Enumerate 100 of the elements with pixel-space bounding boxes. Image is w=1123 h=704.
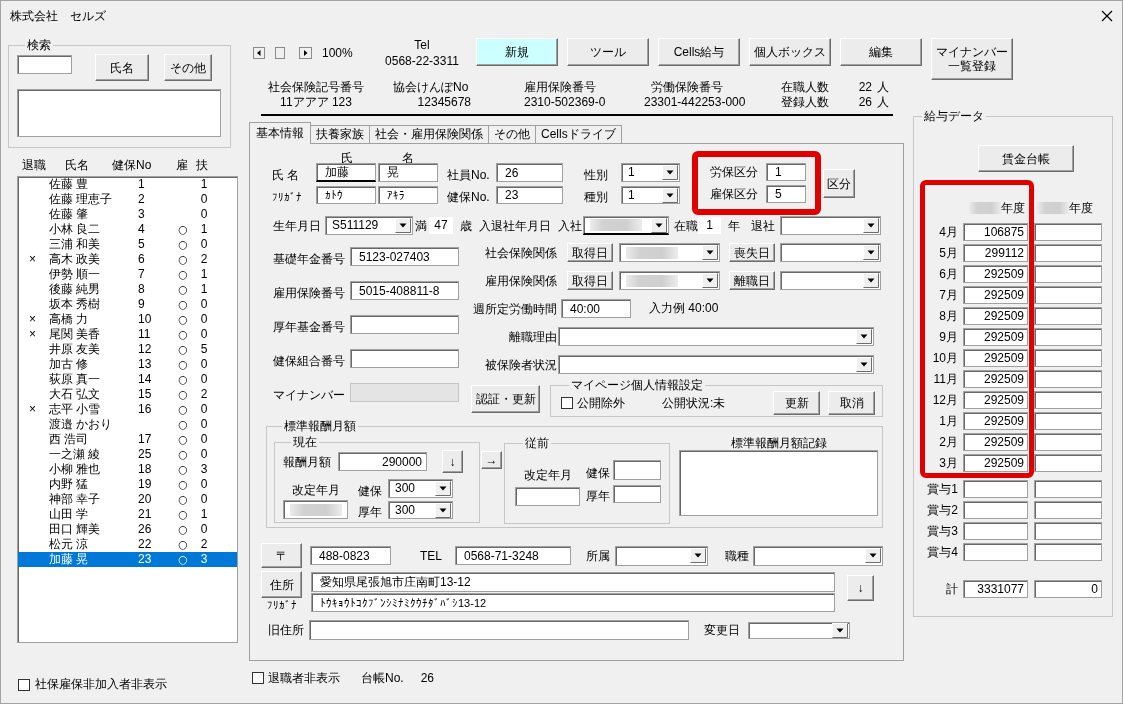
text-field[interactable] <box>1034 265 1102 283</box>
text-field[interactable]: 292509 <box>963 328 1028 346</box>
text-field[interactable] <box>1034 286 1102 304</box>
form-button[interactable]: 取消 <box>828 391 875 415</box>
text-field[interactable] <box>283 500 348 519</box>
text-field[interactable]: 488-0823 <box>310 546 391 565</box>
text-field[interactable] <box>1034 223 1102 241</box>
text-field[interactable]: 292509 <box>963 307 1028 325</box>
text-field[interactable]: 292509 <box>963 412 1028 430</box>
list-row[interactable]: 小柳 雅也 18 ○ 3 <box>18 462 237 477</box>
caret-right-icon[interactable] <box>299 47 312 59</box>
toolbar-button[interactable]: Cells給与 <box>658 38 740 66</box>
text-field[interactable] <box>963 480 1028 498</box>
text-field[interactable]: 23 <box>496 186 563 204</box>
text-field[interactable]: 292509 <box>963 454 1028 472</box>
list-row[interactable]: 一之瀬 綾 25 ○ 0 <box>18 447 237 462</box>
date-button[interactable]: 離職日 <box>729 271 775 290</box>
postal-code-button[interactable]: 〒 <box>261 543 302 568</box>
list-row[interactable]: 後藤 純男 8 ○ 1 <box>18 282 237 297</box>
text-field[interactable] <box>1034 522 1102 540</box>
list-row[interactable]: × 高木 政美 6 ○ 2 <box>18 252 237 267</box>
arrow-button[interactable]: ↓ <box>847 575 874 601</box>
text-field[interactable] <box>613 460 661 480</box>
search-field[interactable] <box>17 55 72 74</box>
text-field[interactable] <box>963 501 1028 519</box>
tab[interactable]: 社会・雇用保険関係 <box>369 125 489 143</box>
list-row[interactable]: × 志平 小雪 16 ○ 0 <box>18 402 237 417</box>
text-field[interactable]: 1 <box>766 163 806 181</box>
list-row[interactable]: 大石 弘文 15 ○ 2 <box>18 387 237 402</box>
text-field[interactable] <box>1034 370 1102 388</box>
dropdown[interactable]: 1 <box>621 186 680 204</box>
list-row[interactable]: 加古 修 13 ○ 0 <box>18 357 237 372</box>
text-area[interactable] <box>679 450 878 516</box>
text-field[interactable] <box>350 315 459 334</box>
text-field[interactable]: 292509 <box>963 286 1028 304</box>
list-row[interactable]: 井原 友美 12 ○ 5 <box>18 342 237 357</box>
search-button[interactable]: その他 <box>164 54 212 81</box>
text-field[interactable] <box>1034 307 1102 325</box>
date-button[interactable]: 喪失日 <box>729 243 775 262</box>
text-field[interactable] <box>1034 433 1102 451</box>
list-row[interactable]: 加藤 晃 23 ○ 3 <box>18 552 237 567</box>
toolbar-button[interactable]: 新規 <box>476 38 558 66</box>
text-field[interactable]: 292509 <box>963 391 1028 409</box>
text-field[interactable] <box>1034 480 1102 498</box>
text-field[interactable]: 26 <box>496 163 563 182</box>
checkbox[interactable] <box>18 678 30 691</box>
text-field[interactable]: 0 <box>1034 580 1102 598</box>
list-row[interactable]: 佐藤 理恵子 2 0 <box>18 192 237 207</box>
text-field[interactable]: ｱｷﾗ <box>378 186 438 204</box>
list-row[interactable]: 三浦 和美 5 ○ 0 <box>18 237 237 252</box>
text-field[interactable]: 106875 <box>963 223 1028 241</box>
text-field[interactable]: 292509 <box>963 349 1028 367</box>
list-row[interactable]: × 高橋 力 10 ○ 0 <box>18 312 237 327</box>
tab[interactable]: 扶養家族 <box>310 125 370 143</box>
text-field[interactable] <box>963 543 1028 561</box>
text-field[interactable]: 40:00 <box>561 299 631 318</box>
toolbar-button[interactable]: マイナンバー一覧登録 <box>931 38 1013 80</box>
text-field[interactable]: 5123-027403 <box>350 247 459 266</box>
dropdown[interactable]: 300 <box>388 501 453 519</box>
list-row[interactable]: 松元 涼 22 ○ 2 <box>18 537 237 552</box>
text-field[interactable]: 292509 <box>963 370 1028 388</box>
text-field[interactable] <box>1034 328 1102 346</box>
list-row[interactable]: 田口 輝美 26 ○ 0 <box>18 522 237 537</box>
address-button[interactable]: 住所 <box>261 571 302 598</box>
toolbar-button[interactable]: 個人ボックス <box>749 38 831 66</box>
text-field[interactable] <box>1034 454 1102 472</box>
text-field[interactable]: ｶﾄｳ <box>316 186 376 204</box>
tab[interactable]: Cellsドライブ <box>535 125 622 143</box>
dropdown[interactable]: 300 <box>388 479 453 498</box>
text-field[interactable] <box>1034 501 1102 519</box>
date-button[interactable]: 取得日 <box>567 243 613 262</box>
text-field[interactable]: 5015-408811-8 <box>350 281 459 300</box>
list-row[interactable]: 小林 良二 4 ○ 1 <box>18 222 237 237</box>
arrow-button[interactable]: → <box>481 451 502 469</box>
list-row[interactable]: 西 浩司 17 ○ 0 <box>18 432 237 447</box>
list-row[interactable]: 渡邉 かおり ○ 0 <box>18 417 237 432</box>
list-row[interactable]: 佐藤 豊 1 1 <box>18 177 237 192</box>
text-field[interactable]: ﾄｳｷｮｳﾄｺｸﾌﾞﾝｼﾐﾅﾐｸｳﾁﾀﾞﾊﾞｼ13-12 <box>311 593 835 612</box>
caret-left-icon[interactable] <box>253 47 265 59</box>
list-row[interactable]: 佐藤 肇 3 0 <box>18 207 237 222</box>
list-row[interactable]: × 尾関 美香 11 ○ 0 <box>18 327 237 342</box>
text-field[interactable] <box>1034 543 1102 561</box>
ledger-button[interactable]: 賃金台帳 <box>978 145 1074 172</box>
list-row[interactable]: 伊勢 順一 7 ○ 1 <box>18 267 237 282</box>
date-button[interactable]: 取得日 <box>567 271 613 290</box>
list-row[interactable]: 坂本 秀樹 9 ○ 0 <box>18 297 237 312</box>
text-field[interactable] <box>1034 244 1102 262</box>
text-field[interactable] <box>309 620 689 640</box>
list-row[interactable]: 山田 学 21 ○ 1 <box>18 507 237 522</box>
text-field[interactable]: 292509 <box>963 433 1028 451</box>
form-button[interactable]: 更新 <box>773 391 820 415</box>
text-field[interactable] <box>1034 412 1102 430</box>
text-field[interactable]: 晃 <box>378 163 438 182</box>
results-field[interactable] <box>17 89 221 137</box>
authenticate-button[interactable]: 認証・更新 <box>471 385 540 413</box>
dropdown[interactable]: S511129 <box>325 216 413 235</box>
text-field[interactable]: 299112 <box>963 244 1028 262</box>
scroll-thumb[interactable] <box>275 47 285 59</box>
text-field[interactable] <box>350 349 459 368</box>
toolbar-button[interactable]: 編集 <box>840 38 922 66</box>
